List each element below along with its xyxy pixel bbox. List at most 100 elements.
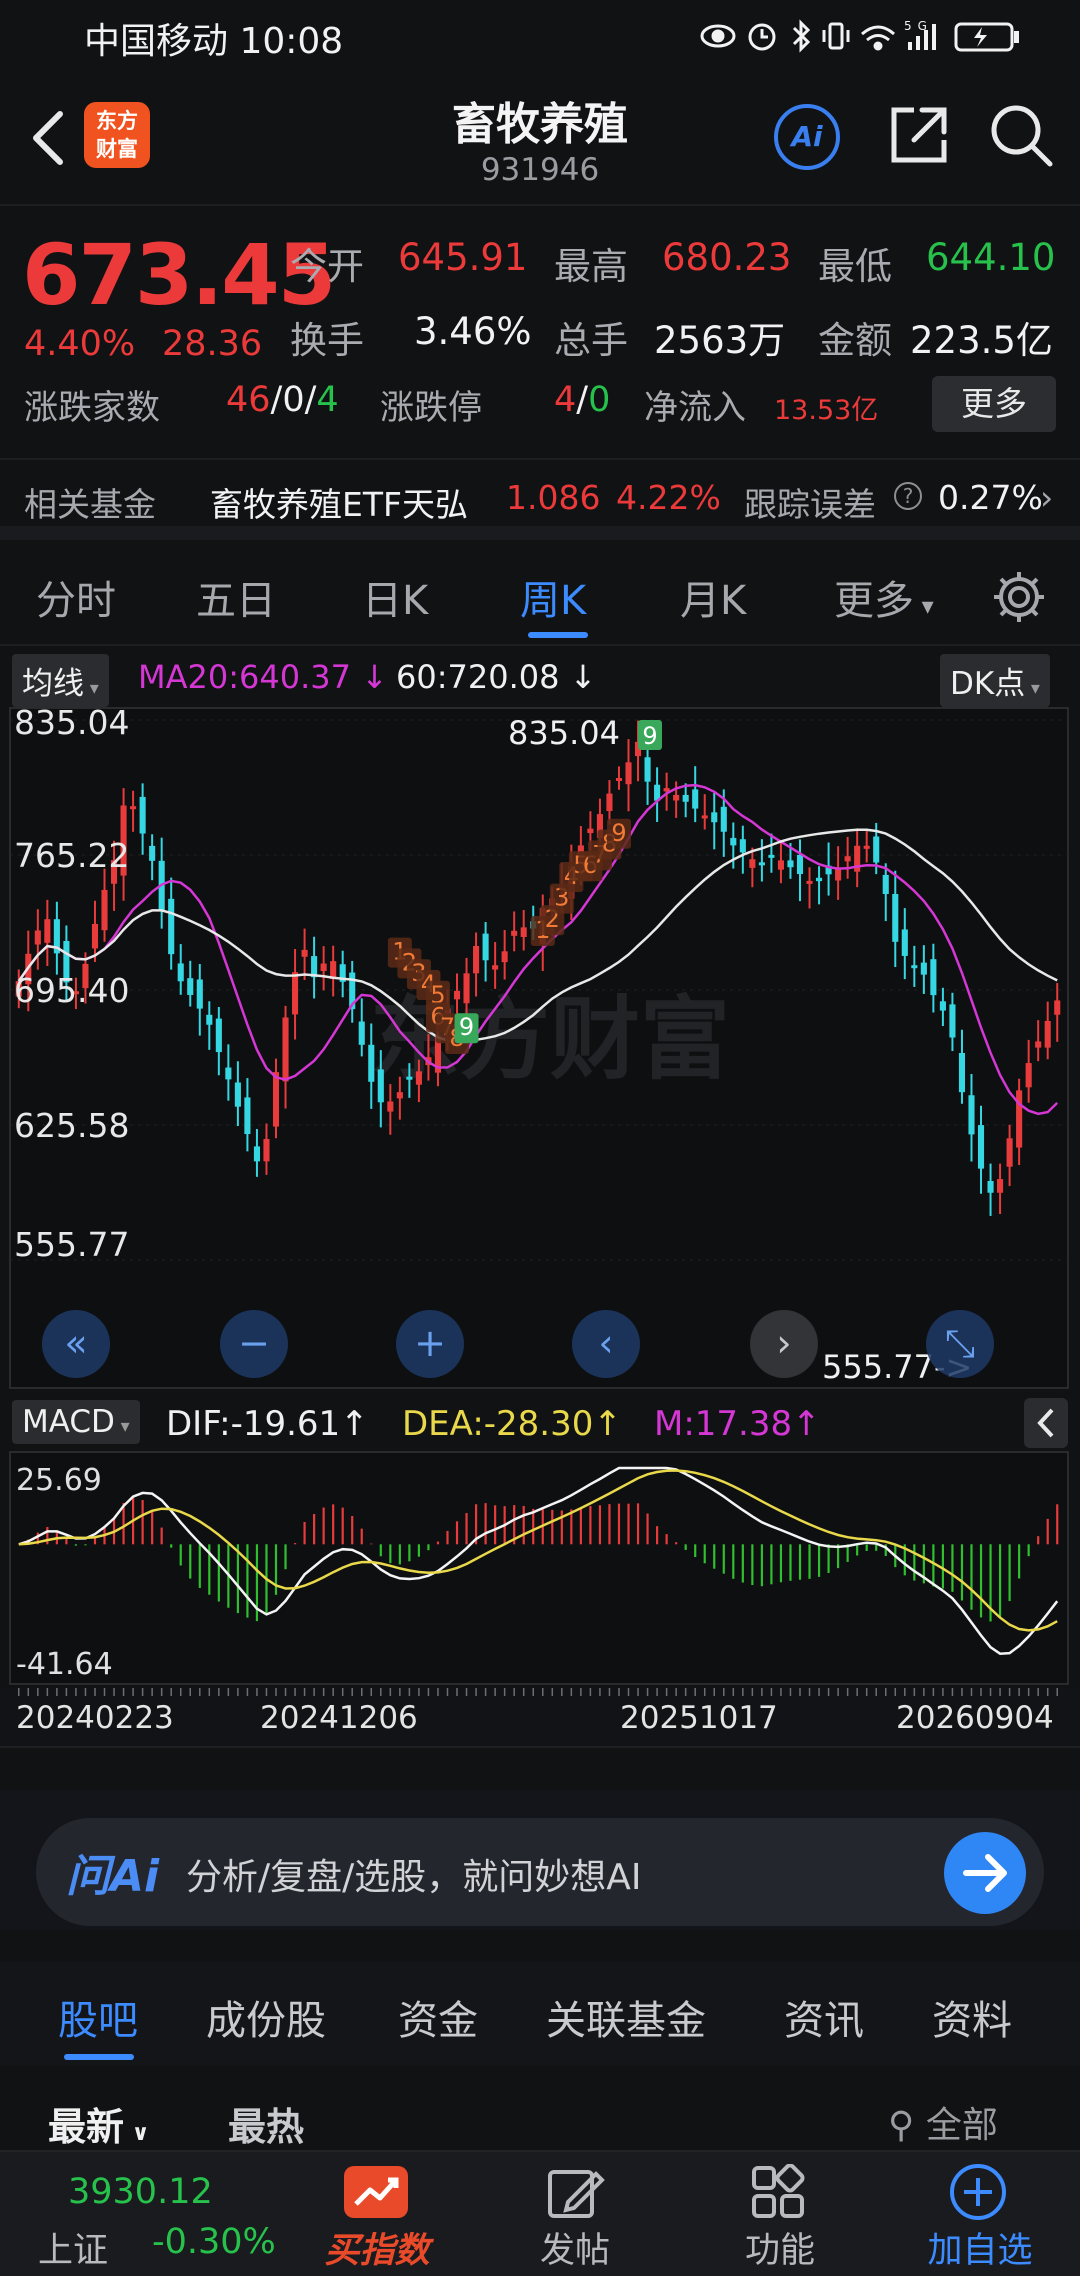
more-quote-button[interactable]: 更多 (932, 376, 1056, 432)
breadth-up: 46 (226, 380, 271, 420)
candle-body (406, 1076, 413, 1080)
candle-body (473, 945, 480, 974)
tab-constituents[interactable]: 成份股 (206, 1988, 326, 2046)
y-axis-label: 765.22 (14, 836, 129, 875)
td-count-label: 9 (459, 1013, 474, 1041)
expand-icon[interactable]: ⤡ (926, 1310, 994, 1378)
search-icon[interactable] (986, 100, 1056, 170)
eye-icon (700, 24, 736, 48)
active-tab-underline (528, 632, 588, 638)
alarm-icon (748, 23, 776, 51)
candle-body (272, 1072, 280, 1127)
features-grid-icon[interactable] (748, 2163, 810, 2222)
sh-index-value[interactable]: 3930.12 (68, 2172, 213, 2212)
buy-index-label[interactable]: 买指数 (312, 2222, 442, 2273)
trend-chart-icon[interactable] (344, 2166, 408, 2218)
top-nav: 东方 财富 畜牧养殖 931946 Ai (0, 72, 1080, 204)
tab-intraday[interactable]: 分时 (36, 568, 116, 626)
help-icon[interactable]: ? (894, 482, 922, 510)
macd-chip[interactable]: MACD ▾ (12, 1400, 140, 1444)
logo-line-2: 财富 (96, 137, 138, 161)
filter-all[interactable]: ⚲ 全部 (888, 2096, 998, 2148)
candle-body (901, 929, 908, 956)
chevron-right-icon: › (1040, 478, 1054, 517)
tracking-error-label: 跟踪误差 (744, 485, 876, 524)
sort-hot[interactable]: 最热 (228, 2096, 304, 2151)
settings-gear-icon[interactable] (990, 568, 1048, 626)
features-label[interactable]: 功能 (720, 2222, 840, 2273)
candle-body (682, 794, 689, 802)
candle-body (1044, 1020, 1051, 1048)
turnover-value: 3.46% (414, 310, 532, 353)
post-label[interactable]: 发帖 (520, 2222, 630, 2273)
sh-index-pct[interactable]: -0.30% (152, 2222, 276, 2262)
macd-legend-row: MACD ▾ DIF:-19.61↑ DEA:-28.30↑ M:17.38↑ (0, 1394, 1080, 1448)
netflow-value: 13.53亿 (774, 395, 879, 426)
low-label: 最低 (818, 245, 892, 288)
caret-down-icon: ▾ (84, 678, 99, 699)
tab-news[interactable]: 资讯 (784, 1988, 864, 2046)
tab-daily-k[interactable]: 日K (362, 568, 428, 626)
kline-chart[interactable]: 东方财富 123456789123456789 835.04765.22695.… (0, 700, 1080, 1390)
candle-body (768, 854, 775, 858)
zoom-out-left-icon[interactable]: « (42, 1310, 110, 1378)
candle-body (301, 949, 308, 957)
candle-body (873, 836, 880, 863)
related-fund-row[interactable]: 相关基金 畜牧养殖ETF天弘 1.086 4.22% 跟踪误差 ? 0.27% … (0, 458, 1080, 540)
ma20-label: MA20:640.37 ↓ (138, 658, 388, 696)
high-td-label: 9 (642, 722, 657, 750)
tab-stock-forum[interactable]: 股吧 (58, 1988, 138, 2046)
caret-down-icon: ▾ (1025, 678, 1040, 699)
tab-related-funds[interactable]: 关联基金 (546, 1988, 706, 2046)
minus-icon[interactable]: − (220, 1310, 288, 1378)
m-label: M:17.38↑ (654, 1404, 821, 1444)
plus-icon[interactable]: + (396, 1310, 464, 1378)
candle-body (187, 978, 194, 995)
ai-assistant-icon[interactable]: Ai (774, 104, 840, 170)
candle-body (587, 828, 594, 834)
candle-body (482, 933, 489, 961)
post-edit-icon[interactable] (544, 2164, 606, 2222)
candle-body (930, 959, 937, 996)
candle-body (711, 812, 718, 823)
add-watchlist-label[interactable]: 加自选 (918, 2222, 1042, 2273)
candle-body (615, 777, 623, 781)
macd-chart[interactable]: 25.69 -41.64 (0, 1448, 1080, 1688)
sort-latest[interactable]: 最新 ∨ (48, 2096, 150, 2151)
chevron-right-icon[interactable]: › (750, 1310, 818, 1378)
candle-body (701, 815, 708, 819)
ai-search-pill[interactable]: 问Ai 分析/复盘/选股，就问妙想AI (36, 1818, 1044, 1926)
candle-body (997, 1179, 1004, 1193)
back-arrow-icon[interactable] (20, 102, 80, 172)
last-price: 673.45 (22, 226, 336, 324)
macd-chip-label: MACD (22, 1404, 115, 1440)
tab-more[interactable]: 更多 ▾ (834, 568, 934, 626)
chevron-left-icon[interactable]: ‹ (572, 1310, 640, 1378)
related-fund-label: 相关基金 (24, 485, 156, 524)
sh-index-name[interactable]: 上证 (38, 2222, 108, 2273)
candle-body (177, 963, 184, 982)
bottom-nav: 3930.12 上证 -0.30% 买指数 发帖 功能 加自选 (0, 2150, 1080, 2276)
tab-profile[interactable]: 资料 (932, 1988, 1012, 2046)
tracking-error-value: 0.27% (938, 478, 1043, 517)
tab-weekly-k[interactable]: 周K (520, 568, 586, 626)
ai-submit-button[interactable] (944, 1832, 1026, 1914)
share-icon[interactable] (884, 100, 954, 170)
low-value: 644.10 (926, 236, 1056, 279)
limit-label: 涨跌停 (380, 388, 482, 428)
candle-body (968, 1095, 975, 1135)
candle-body (492, 965, 499, 970)
tab-five-day[interactable]: 五日 (196, 568, 276, 626)
index-code: 931946 (480, 152, 600, 188)
candle-body (91, 923, 99, 949)
dk-chip-label: DK点 (950, 666, 1026, 702)
tab-capital[interactable]: 资金 (398, 1988, 478, 2046)
candle-body (453, 990, 461, 1000)
candle-body (692, 789, 699, 809)
candle-body (911, 965, 918, 969)
add-watchlist-icon[interactable] (948, 2162, 1008, 2222)
candle-body (377, 1069, 384, 1103)
collapse-panel-button[interactable] (1024, 1398, 1068, 1448)
tab-monthly-k[interactable]: 月K (680, 568, 746, 626)
date-ticks (18, 1688, 1058, 1696)
